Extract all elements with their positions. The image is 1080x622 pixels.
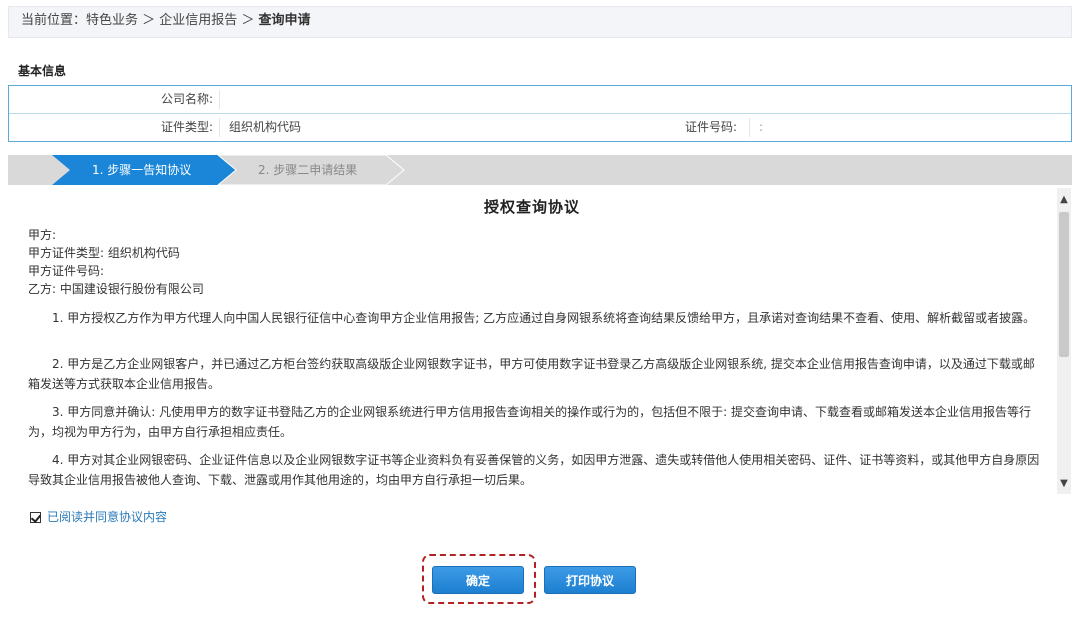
consent-label[interactable]: 已阅读并同意协议内容 bbox=[47, 510, 167, 524]
section-title-basic-info: 基本信息 bbox=[18, 64, 67, 78]
party-a: 甲方: bbox=[28, 228, 57, 242]
basic-info-table: 公司名称: 证件类型: 组织机构代码 证件号码: : bbox=[8, 85, 1072, 142]
agreement-clause-3: 3. 甲方同意并确认: 凡使用甲方的数字证书登陆乙方的企业网银系统进行甲方信用报… bbox=[28, 405, 1031, 439]
consent-checkbox[interactable] bbox=[30, 512, 41, 523]
agreement-clause-1: 1. 甲方授权乙方作为甲方代理人向中国人民银行征信中心查询甲方企业信用报告; 乙… bbox=[52, 311, 1036, 325]
agreement-clause-4: 4. 甲方对其企业网银密码、企业证件信息以及企业网银数字证书等企业资料负有妥善保… bbox=[28, 453, 1040, 487]
divider bbox=[219, 90, 220, 109]
breadcrumb-path: 当前位置：特色业务 ＞ 企业信用报告 ＞ bbox=[21, 13, 259, 28]
agreement-title: 授权查询协议 bbox=[483, 198, 580, 216]
step-2-label: 2. 步骤二申请结果 bbox=[258, 163, 358, 177]
step-progress-bar: 1. 步骤一告知协议 2. 步骤二申请结果 bbox=[8, 155, 1072, 185]
company-name-row: 公司名称: bbox=[9, 86, 1071, 114]
party-a-id-number: 甲方证件号码: bbox=[28, 264, 105, 278]
scrollbar-thumb[interactable] bbox=[1059, 212, 1069, 357]
id-type-value: 组织机构代码 bbox=[229, 120, 302, 134]
confirm-button[interactable]: 确定 bbox=[432, 566, 524, 594]
consent-row[interactable]: 已阅读并同意协议内容 bbox=[30, 508, 167, 525]
party-a-id-type: 甲方证件类型: 组织机构代码 bbox=[28, 246, 180, 260]
agreement-scrollbar[interactable]: ▲ ▼ bbox=[1057, 188, 1071, 494]
divider bbox=[219, 118, 220, 137]
breadcrumb: 当前位置：特色业务 ＞ 企业信用报告 ＞ 查询申请 bbox=[8, 6, 1072, 38]
id-type-label: 证件类型: bbox=[160, 120, 213, 134]
id-info-row: 证件类型: 组织机构代码 证件号码: : bbox=[9, 114, 1071, 141]
agreement-panel: 授权查询协议 甲方: 甲方证件类型: 组织机构代码 甲方证件号码: 乙方: 中国… bbox=[8, 186, 1072, 496]
scroll-down-icon[interactable]: ▼ bbox=[1057, 476, 1071, 492]
party-b: 乙方: 中国建设银行股份有限公司 bbox=[28, 282, 204, 296]
divider bbox=[749, 118, 750, 137]
id-number-value: : bbox=[759, 120, 764, 134]
breadcrumb-current: 查询申请 bbox=[258, 13, 311, 28]
id-number-label: 证件号码: bbox=[684, 120, 737, 134]
step-1-label: 1. 步骤一告知协议 bbox=[92, 163, 192, 177]
scroll-up-icon[interactable]: ▲ bbox=[1057, 192, 1071, 208]
company-name-label: 公司名称: bbox=[160, 92, 213, 106]
print-agreement-button[interactable]: 打印协议 bbox=[544, 566, 636, 594]
agreement-clause-2: 2. 甲方是乙方企业网银客户，并已通过乙方柜台签约获取高级版企业网银数字证书，甲… bbox=[28, 357, 1035, 391]
